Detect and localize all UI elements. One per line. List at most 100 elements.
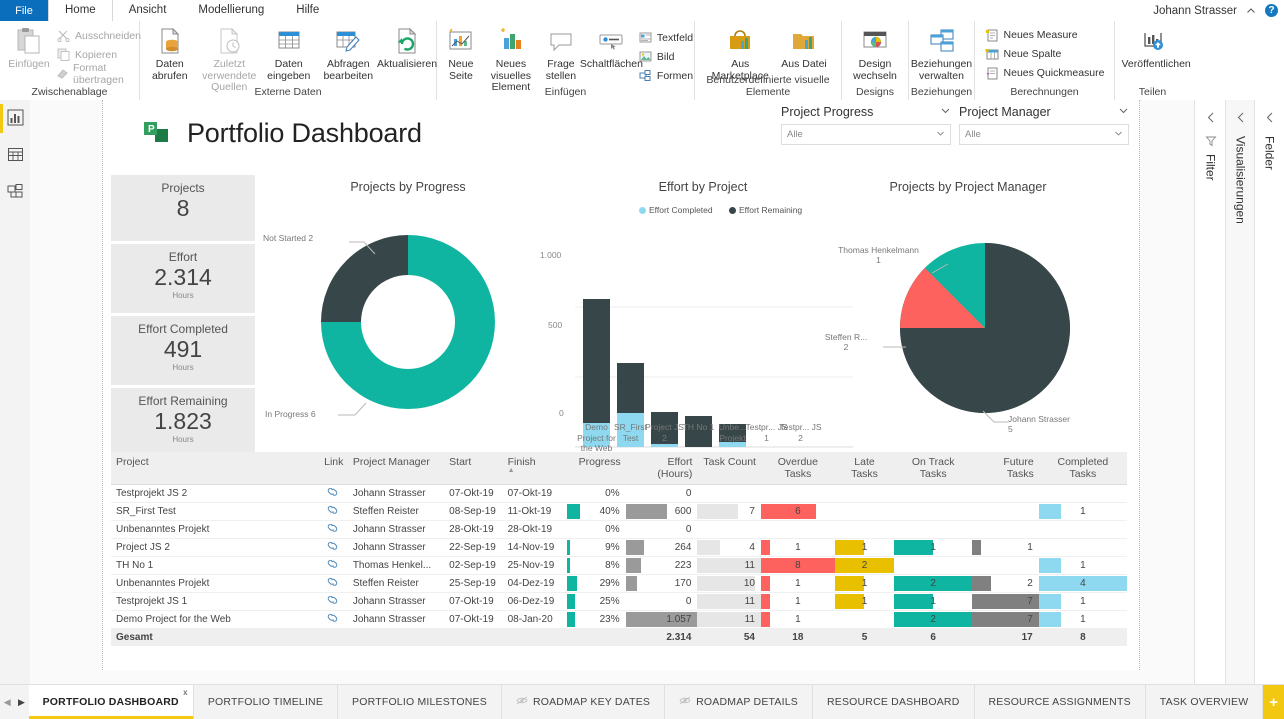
table-row[interactable]: Unbenanntes ProjektJohann Strasser28-Okt…: [111, 521, 1127, 539]
kpi-card-effort-completed[interactable]: Effort Completed 491 Hours: [111, 316, 255, 385]
th-project[interactable]: Project: [111, 452, 319, 485]
recent-sources-button[interactable]: Zuletzt verwendete Quellen: [200, 23, 260, 96]
page-tab-7[interactable]: TASK OVERVIEW: [1146, 685, 1264, 719]
ask-question-button[interactable]: Frage stellen: [536, 23, 586, 84]
enter-data-button[interactable]: Daten eingeben: [259, 23, 319, 84]
tab-modellierung[interactable]: Modellierung: [182, 0, 280, 21]
th-start[interactable]: Start: [444, 452, 502, 485]
bar-legend-effort-completed[interactable]: Effort Completed: [639, 205, 713, 215]
fields-pane-collapsed[interactable]: Felder: [1254, 100, 1284, 719]
bar-legend-effort-remaining[interactable]: Effort Remaining: [729, 205, 802, 215]
th-finish[interactable]: Finish ▲: [503, 452, 568, 485]
next-page-button[interactable]: ▶: [14, 685, 28, 719]
cell-link[interactable]: [319, 575, 348, 593]
new-page-button[interactable]: Neue Seite: [436, 23, 486, 84]
image-button[interactable]: Bild: [638, 47, 693, 66]
cut-button[interactable]: Ausschneiden: [56, 26, 141, 45]
chevron-left-icon[interactable]: [1236, 112, 1245, 126]
th-task-count[interactable]: Task Count: [697, 452, 761, 485]
projects-table[interactable]: Project Link Project Manager Start Finis…: [111, 452, 1127, 646]
buttons-button[interactable]: Schaltflächen: [586, 23, 636, 73]
th-overdue-tasks[interactable]: Overdue Tasks: [761, 452, 835, 485]
switch-theme-button[interactable]: Design wechseln: [842, 23, 908, 84]
new-quickmeasure-button[interactable]: Neues Quickmeasure: [985, 64, 1105, 83]
kpi-card-effort[interactable]: Effort 2.314 Hours: [111, 244, 255, 313]
new-measure-button[interactable]: Neues Measure: [985, 26, 1105, 45]
edit-queries-button[interactable]: Abfragen bearbeiten: [319, 23, 379, 84]
link-icon[interactable]: [327, 561, 339, 572]
cell-link[interactable]: [319, 611, 348, 629]
th-late-tasks[interactable]: Late Tasks: [835, 452, 894, 485]
file-menu-tab[interactable]: File: [0, 0, 48, 21]
visualizations-pane-collapsed[interactable]: Visualisierungen: [1225, 100, 1255, 719]
page-tab-2[interactable]: PORTFOLIO MILESTONES: [338, 685, 502, 719]
page-tab-0[interactable]: PORTFOLIO DASHBOARDx: [29, 685, 194, 719]
add-page-button[interactable]: +: [1263, 685, 1284, 719]
cell-link[interactable]: [319, 557, 348, 575]
table-row[interactable]: Testprojekt JS 2Johann Strasser07-Okt-19…: [111, 485, 1127, 503]
link-icon[interactable]: [327, 543, 339, 554]
kpi-card-projects[interactable]: Projects 8: [111, 175, 255, 241]
table-row[interactable]: SR_First TestSteffen Reister08-Sep-1911-…: [111, 503, 1127, 521]
cell-link[interactable]: [319, 521, 348, 539]
cell-link[interactable]: [319, 539, 348, 557]
table-row[interactable]: Project JS 2Johann Strasser22-Sep-1914-N…: [111, 539, 1127, 557]
link-icon[interactable]: [327, 489, 339, 500]
previous-page-button[interactable]: ◀: [0, 685, 14, 719]
th-project-manager[interactable]: Project Manager: [348, 452, 444, 485]
link-icon[interactable]: [327, 579, 339, 590]
slicer-project-progress-dropdown[interactable]: Alle: [781, 124, 951, 145]
publish-button[interactable]: Veröffentlichen: [1117, 23, 1189, 73]
tab-home[interactable]: Home: [48, 0, 113, 21]
donut-chart-projects-by-progress[interactable]: Not Started 2 In Progress 6: [263, 200, 553, 440]
page-tab-6[interactable]: RESOURCE ASSIGNMENTS: [975, 685, 1146, 719]
get-data-button[interactable]: Daten abrufen: [140, 23, 200, 84]
chevron-down-icon[interactable]: [1118, 105, 1129, 119]
th-effort-hours[interactable]: Effort (Hours): [626, 452, 698, 485]
chevron-down-icon[interactable]: [1114, 129, 1123, 141]
cell-link[interactable]: [319, 485, 348, 503]
collapse-ribbon-icon[interactable]: [1246, 6, 1256, 16]
close-page-icon[interactable]: x: [183, 688, 188, 697]
table-row[interactable]: Testprojekt JS 1Johann Strasser07-Okt-19…: [111, 593, 1127, 611]
refresh-button[interactable]: Aktualisieren: [378, 23, 436, 73]
link-icon[interactable]: [327, 507, 339, 518]
shapes-button[interactable]: Formen: [638, 66, 693, 85]
th-progress[interactable]: Progress: [567, 452, 625, 485]
pie-chart-projects-by-manager[interactable]: Thomas Henkelmann 1 Steffen R... 2 Johan…: [808, 200, 1128, 450]
help-icon[interactable]: ?: [1265, 4, 1278, 17]
slicer-project-progress-header[interactable]: Project Progress: [781, 105, 951, 124]
kpi-card-effort-remaining[interactable]: Effort Remaining 1.823 Hours: [111, 388, 255, 457]
paste-button[interactable]: Einfügen: [4, 23, 54, 73]
link-icon[interactable]: [327, 615, 339, 626]
page-tab-5[interactable]: RESOURCE DASHBOARD: [813, 685, 975, 719]
link-icon[interactable]: [327, 597, 339, 608]
slicer-project-manager-dropdown[interactable]: Alle: [959, 124, 1129, 145]
report-view-button[interactable]: [0, 100, 30, 137]
tab-hilfe[interactable]: Hilfe: [280, 0, 335, 21]
model-view-button[interactable]: [0, 174, 30, 211]
textbox-button[interactable]: Textfeld: [638, 28, 693, 47]
th-on-track-tasks[interactable]: On Track Tasks: [894, 452, 972, 485]
data-view-button[interactable]: [0, 137, 30, 174]
table-row[interactable]: TH No 1Thomas Henkel...02-Sep-1925-Nov-1…: [111, 557, 1127, 575]
filter-pane-collapsed[interactable]: Filter: [1194, 100, 1226, 719]
manage-relationships-button[interactable]: Beziehungen verwalten: [909, 23, 974, 84]
link-icon[interactable]: [327, 525, 339, 536]
cell-link[interactable]: [319, 503, 348, 521]
from-file-button[interactable]: Aus Datei: [776, 23, 832, 73]
page-tab-4[interactable]: ROADMAP DETAILS: [665, 685, 813, 719]
tab-ansicht[interactable]: Ansicht: [113, 0, 183, 21]
page-tab-3[interactable]: ROADMAP KEY DATES: [502, 685, 665, 719]
page-tab-1[interactable]: PORTFOLIO TIMELINE: [194, 685, 338, 719]
th-future-tasks[interactable]: Future Tasks: [972, 452, 1039, 485]
new-visual-button[interactable]: Neues visuelles Element: [486, 23, 536, 96]
chevron-down-icon[interactable]: [940, 105, 951, 119]
chevron-left-icon[interactable]: [1206, 112, 1215, 126]
table-row[interactable]: Demo Project for the WebJohann Strasser0…: [111, 611, 1127, 629]
chevron-down-icon[interactable]: [936, 129, 945, 141]
th-completed-tasks[interactable]: Completed Tasks: [1039, 452, 1127, 485]
chevron-left-icon[interactable]: [1265, 112, 1274, 126]
cell-link[interactable]: [319, 593, 348, 611]
format-painter-button[interactable]: Format übertragen: [56, 64, 141, 83]
